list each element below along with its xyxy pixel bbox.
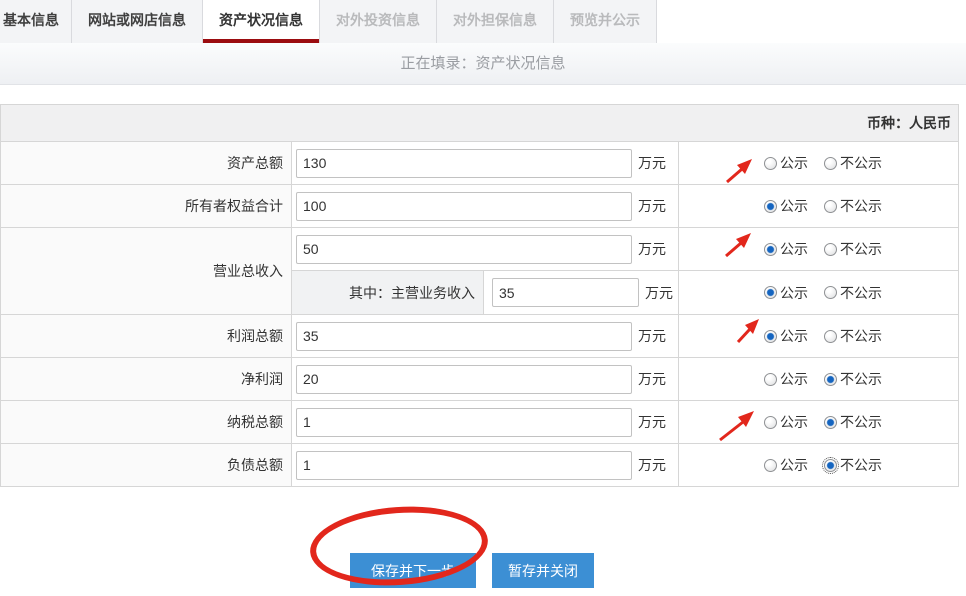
private-radio-label: 不公示 — [840, 283, 882, 303]
row-label-operating-income: 营业总收入 — [1, 228, 292, 315]
public-radio-label: 公示 — [780, 239, 808, 259]
public-radio-label: 公示 — [780, 412, 808, 432]
private-radio[interactable] — [824, 243, 837, 256]
row-label-total-assets: 资产总额 — [1, 142, 292, 185]
private-radio-label: 不公示 — [840, 369, 882, 389]
public-radio-label: 公示 — [780, 369, 808, 389]
private-radio[interactable] — [824, 416, 837, 429]
table-row: 营业总收入 万元 公示 不公示 — [1, 228, 959, 271]
total-tax-input[interactable] — [296, 408, 632, 437]
red-arrow-annotation — [735, 317, 761, 344]
private-radio[interactable] — [824, 157, 837, 170]
public-radio[interactable] — [764, 286, 777, 299]
table-row: 利润总额 万元 公示 不公示 — [1, 315, 959, 358]
private-radio-label: 不公示 — [840, 326, 882, 346]
main-business-income-input[interactable] — [492, 278, 639, 307]
row-label-owner-equity: 所有者权益合计 — [1, 185, 292, 228]
public-radio-label: 公示 — [780, 455, 808, 475]
unit-label: 万元 — [638, 369, 666, 389]
public-radio-label: 公示 — [780, 326, 808, 346]
unit-label: 万元 — [645, 283, 673, 303]
public-radio[interactable] — [764, 330, 777, 343]
row-label-total-profit: 利润总额 — [1, 315, 292, 358]
tab-external-guarantee: 对外担保信息 — [437, 0, 554, 43]
public-radio-label: 公示 — [780, 153, 808, 173]
public-radio[interactable] — [764, 200, 777, 213]
private-radio-label: 不公示 — [840, 153, 882, 173]
public-radio[interactable] — [764, 157, 777, 170]
row-label-total-liabilities: 负债总额 — [1, 444, 292, 487]
tab-basic-info[interactable]: 基本信息 — [0, 0, 72, 43]
tab-external-investment: 对外投资信息 — [320, 0, 437, 43]
unit-label: 万元 — [638, 326, 666, 346]
public-radio-label: 公示 — [780, 196, 808, 216]
tab-asset-status[interactable]: 资产状况信息 — [203, 0, 320, 43]
private-radio-label: 不公示 — [840, 196, 882, 216]
public-radio[interactable] — [764, 416, 777, 429]
unit-label: 万元 — [638, 239, 666, 259]
owner-equity-input[interactable] — [296, 192, 632, 221]
public-radio[interactable] — [764, 459, 777, 472]
private-radio[interactable] — [824, 330, 837, 343]
total-assets-input[interactable] — [296, 149, 632, 178]
red-arrow-annotation — [723, 231, 753, 258]
asset-status-form-page: 基本信息 网站或网店信息 资产状况信息 对外投资信息 对外担保信息 预览并公示 … — [0, 0, 966, 596]
row-label-net-profit: 净利润 — [1, 358, 292, 401]
private-radio[interactable] — [824, 373, 837, 386]
public-radio[interactable] — [764, 243, 777, 256]
operating-income-input[interactable] — [296, 235, 632, 264]
table-row: 纳税总额 万元 公示 不公示 — [1, 401, 959, 444]
tab-website-info[interactable]: 网站或网店信息 — [72, 0, 203, 43]
table-row: 负债总额 万元 公示 不公示 — [1, 444, 959, 487]
private-radio-label: 不公示 — [840, 239, 882, 259]
unit-label: 万元 — [638, 196, 666, 216]
asset-status-table: 币种：人民币 资产总额 万元 公示 不公示 — [0, 104, 959, 487]
save-and-close-button[interactable]: 暂存并关闭 — [492, 553, 594, 588]
total-liabilities-input[interactable] — [296, 451, 632, 480]
public-radio-label: 公示 — [780, 283, 808, 303]
current-section-banner: 正在填录：资产状况信息 — [0, 43, 966, 85]
total-profit-input[interactable] — [296, 322, 632, 351]
tab-bar: 基本信息 网站或网店信息 资产状况信息 对外投资信息 对外担保信息 预览并公示 — [0, 0, 966, 43]
net-profit-input[interactable] — [296, 365, 632, 394]
private-radio-label: 不公示 — [840, 412, 882, 432]
currency-header-row: 币种：人民币 — [1, 105, 959, 142]
table-row: 所有者权益合计 万元 公示 不公示 — [1, 185, 959, 228]
unit-label: 万元 — [638, 455, 666, 475]
red-arrow-annotation — [724, 157, 754, 184]
unit-label: 万元 — [638, 153, 666, 173]
tab-preview-publish: 预览并公示 — [554, 0, 657, 43]
private-radio[interactable] — [824, 200, 837, 213]
save-and-next-button[interactable]: 保存并下一步 — [350, 553, 476, 588]
row-label-total-tax: 纳税总额 — [1, 401, 292, 444]
table-row: 资产总额 万元 公示 不公示 — [1, 142, 959, 185]
private-radio-label: 不公示 — [840, 455, 882, 475]
red-arrow-annotation — [717, 409, 757, 442]
unit-label: 万元 — [638, 412, 666, 432]
private-radio[interactable] — [824, 459, 837, 472]
public-radio[interactable] — [764, 373, 777, 386]
currency-label: 币种：人民币 — [1, 105, 959, 142]
row-label-main-business-income: 其中：主营业务收入 — [292, 271, 484, 314]
table-row: 净利润 万元 公示 不公示 — [1, 358, 959, 401]
private-radio[interactable] — [824, 286, 837, 299]
